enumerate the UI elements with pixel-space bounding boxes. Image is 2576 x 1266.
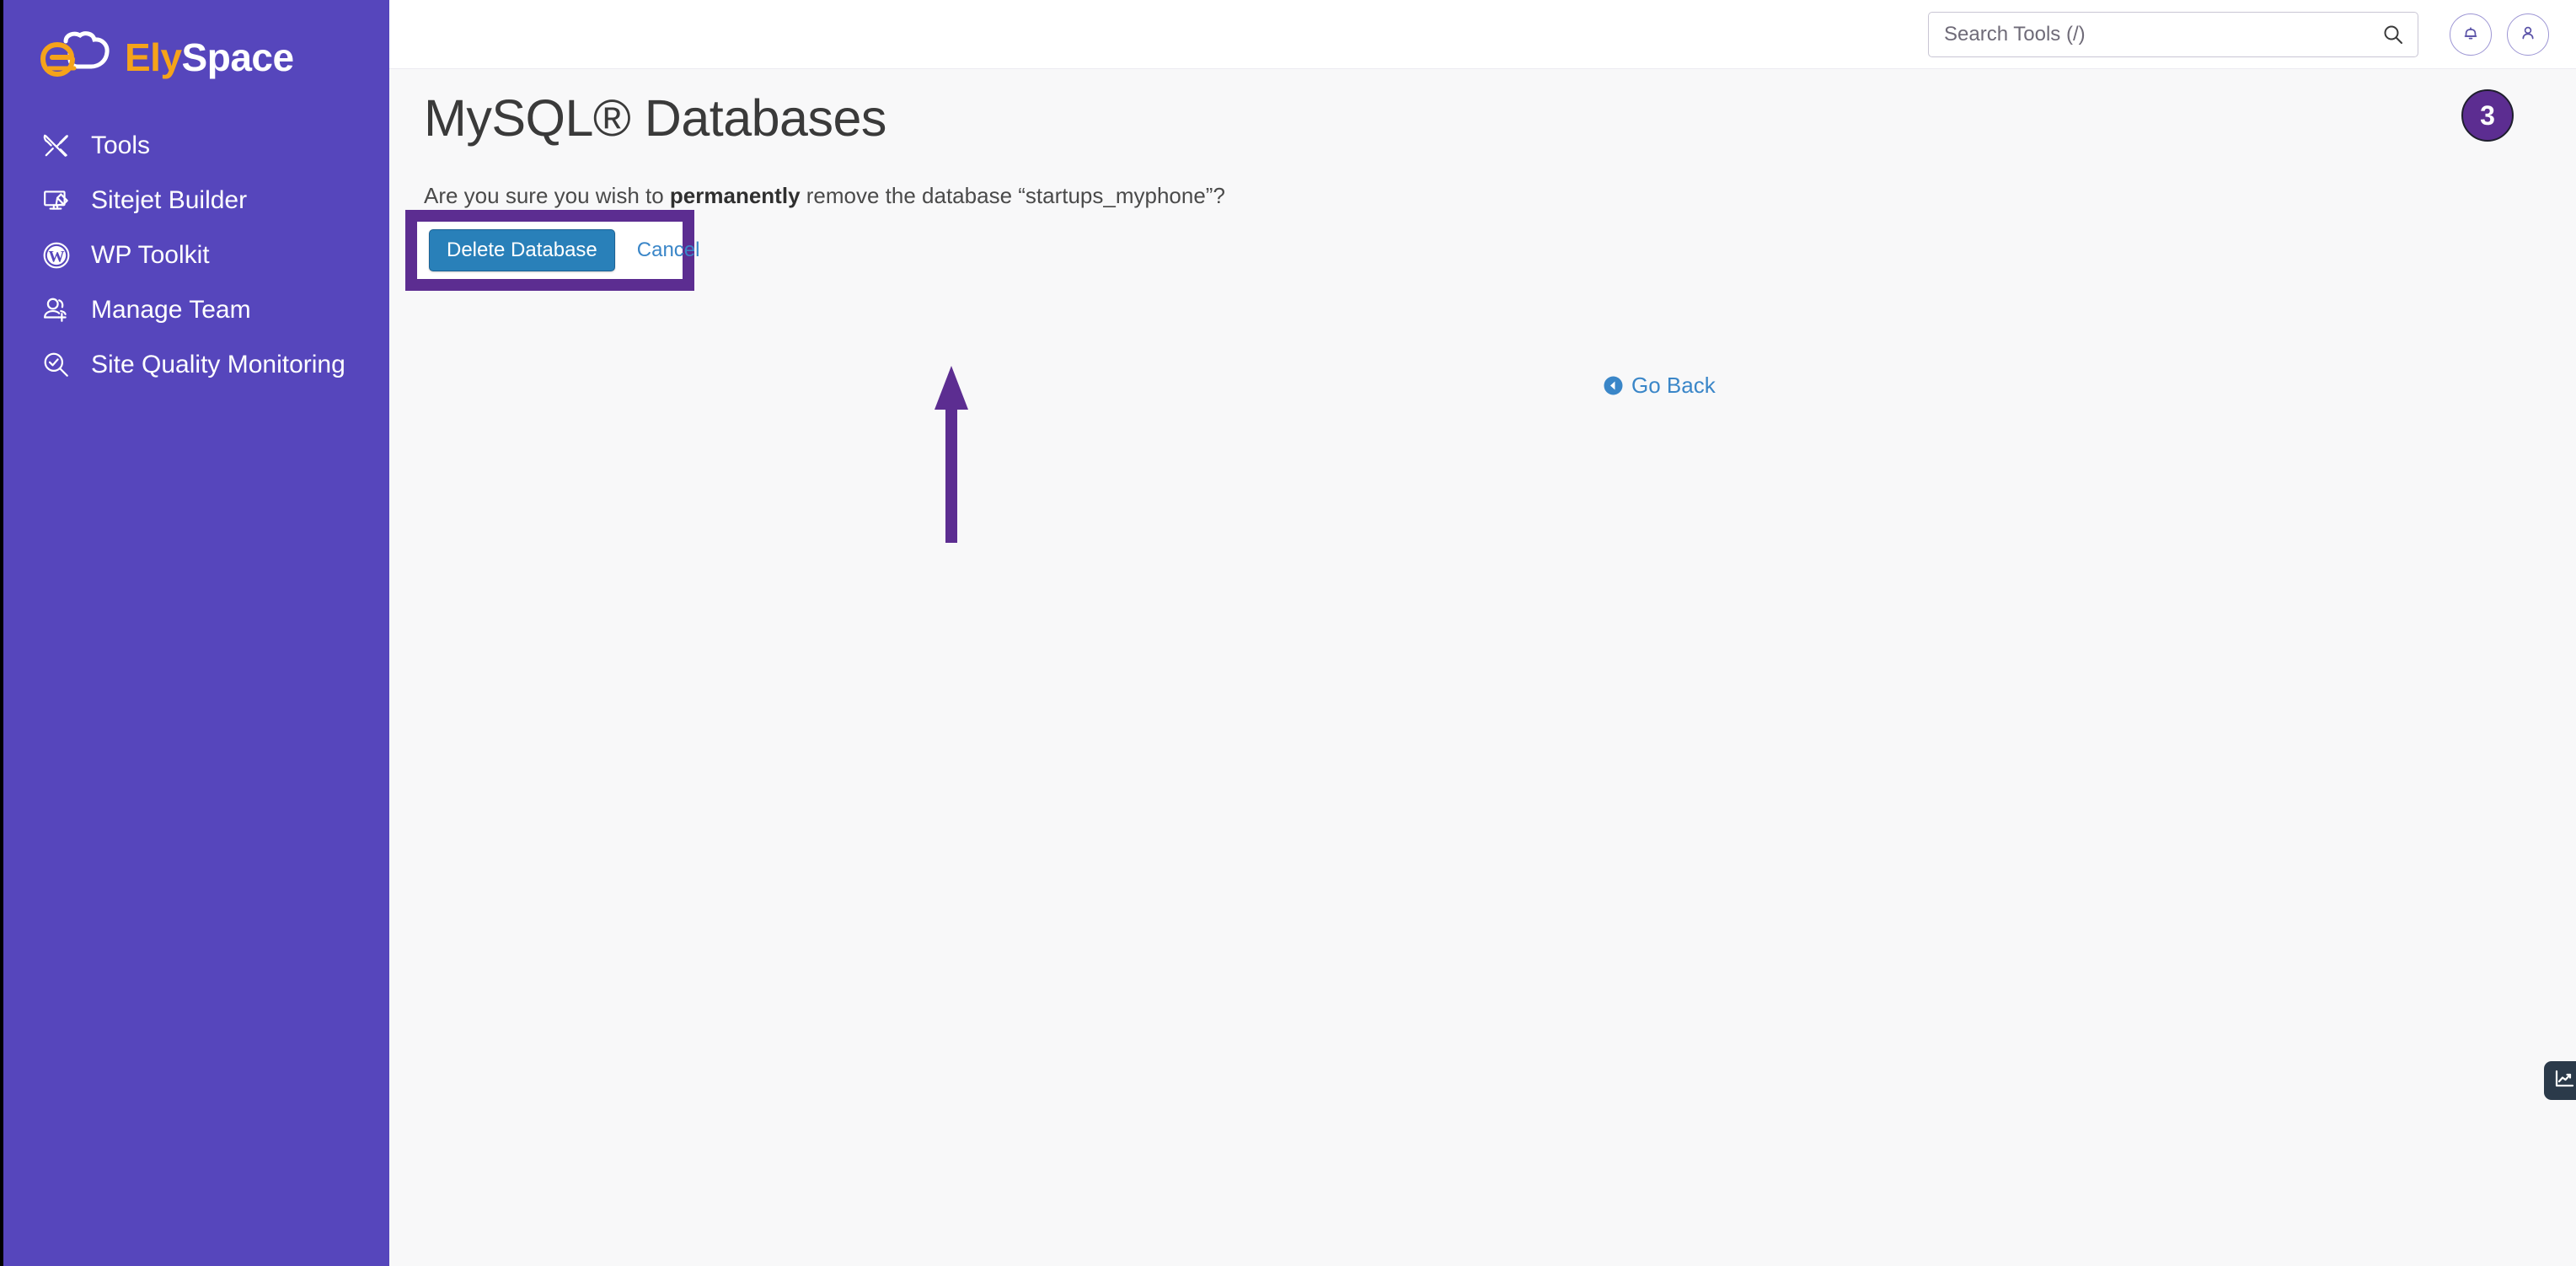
sidebar: ElySpace Tools Sitejet Builder W WP Tool… (3, 0, 389, 1266)
sidebar-item-label: Sitejet Builder (91, 185, 248, 214)
sidebar-item-tools[interactable]: Tools (3, 118, 389, 173)
sidebar-item-wp-toolkit[interactable]: W WP Toolkit (3, 228, 389, 282)
sidebar-item-label: WP Toolkit (91, 240, 210, 269)
notifications-button[interactable] (2450, 13, 2492, 56)
analytics-floating-button[interactable] (2544, 1061, 2576, 1100)
confirm-suffix: remove the database “startups_myphone”? (800, 183, 1225, 208)
up-arrow-annotation-icon (933, 366, 970, 543)
sidebar-item-label: Manage Team (91, 295, 251, 324)
user-plus-icon (39, 292, 74, 328)
top-header (389, 0, 2576, 69)
main-content: MySQL® Databases Are you sure you wish t… (389, 69, 2576, 1266)
sidebar-item-site-quality-monitoring[interactable]: Site Quality Monitoring (3, 337, 389, 392)
magnifier-check-icon (39, 347, 74, 383)
logo-text-space: Space (181, 35, 295, 79)
logo-text-ely: Ely (125, 35, 182, 79)
go-back-link[interactable]: Go Back (1603, 373, 1716, 399)
confirm-prefix: Are you sure you wish to (424, 183, 670, 208)
delete-database-button[interactable]: Delete Database (429, 229, 615, 271)
svg-text:W: W (48, 248, 64, 266)
arrow-circle-left-icon (1603, 375, 1624, 396)
user-icon (2518, 23, 2538, 47)
sidebar-item-manage-team[interactable]: Manage Team (3, 282, 389, 337)
sidebar-nav: Tools Sitejet Builder W WP Toolkit Manag… (3, 118, 389, 392)
cloud-e-logo-icon (40, 31, 121, 83)
cancel-link[interactable]: Cancel (637, 239, 700, 262)
monitor-pencil-icon (39, 183, 74, 218)
sidebar-item-label: Tools (91, 131, 151, 159)
tools-icon (39, 128, 74, 164)
account-button[interactable] (2507, 13, 2549, 56)
confirm-emphasis: permanently (669, 183, 801, 208)
search-input[interactable] (1944, 23, 2382, 46)
chart-analytics-icon (2553, 1068, 2575, 1094)
bell-icon (2461, 23, 2481, 47)
sidebar-item-sitejet-builder[interactable]: Sitejet Builder (3, 173, 389, 228)
action-button-row: Delete Database Cancel (417, 222, 700, 279)
confirmation-message: Are you sure you wish to permanently rem… (424, 183, 1225, 209)
brand-logo[interactable]: ElySpace (40, 27, 294, 88)
wordpress-icon: W (39, 238, 74, 273)
go-back-label: Go Back (1631, 373, 1716, 398)
sidebar-item-label: Site Quality Monitoring (91, 350, 345, 378)
step-number-badge: 3 (2461, 89, 2514, 142)
search-tools-box[interactable] (1928, 12, 2418, 57)
search-icon[interactable] (2382, 24, 2404, 46)
page-title: MySQL® Databases (424, 89, 886, 147)
app-root: ElySpace Tools Sitejet Builder W WP Tool… (0, 0, 2576, 1266)
highlight-annotation-box: Delete Database Cancel (405, 210, 700, 291)
